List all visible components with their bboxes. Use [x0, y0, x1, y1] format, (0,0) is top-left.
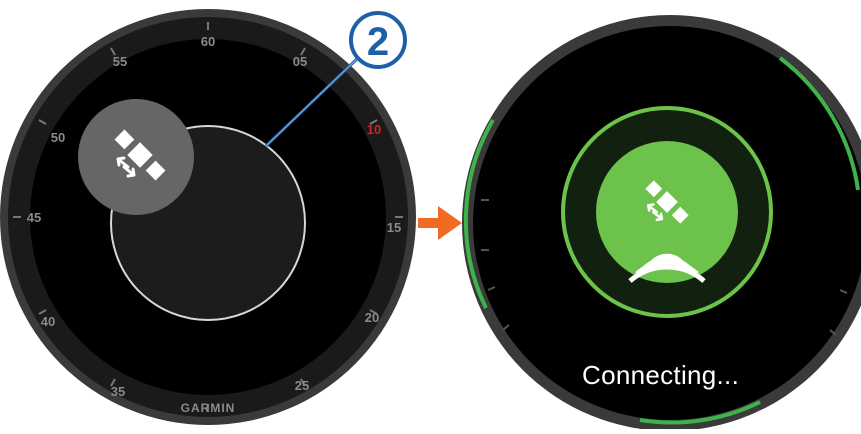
- bezel-label-05: 05: [293, 54, 307, 69]
- bezel-label-50: 50: [51, 130, 65, 145]
- callout-number: 2: [367, 20, 389, 64]
- bezel-label-15: 15: [387, 220, 401, 235]
- callout-badge: 2: [349, 11, 407, 69]
- bezel-label-40: 40: [41, 314, 55, 329]
- bezel-label-20: 20: [365, 310, 379, 325]
- bezel-label-25: 25: [295, 378, 309, 393]
- connecting-status-text: Connecting...: [582, 360, 740, 390]
- bezel-label-45: 45: [27, 210, 41, 225]
- bezel-label-60: 60: [201, 34, 215, 49]
- gps-connection-illustration: 60 55 05 50 10 45 15 40 20 35 25 GARMIN …: [0, 0, 861, 431]
- brand-logo: GARMIN: [181, 401, 236, 415]
- bezel-label-35: 35: [111, 384, 125, 399]
- bezel-label-10: 10: [367, 122, 381, 137]
- watch-face-left: 60 55 05 50 10 45 15 40 20 35 25 GARMIN: [0, 9, 416, 425]
- arrow-right-icon: [418, 206, 462, 240]
- bezel-label-55: 55: [113, 54, 127, 69]
